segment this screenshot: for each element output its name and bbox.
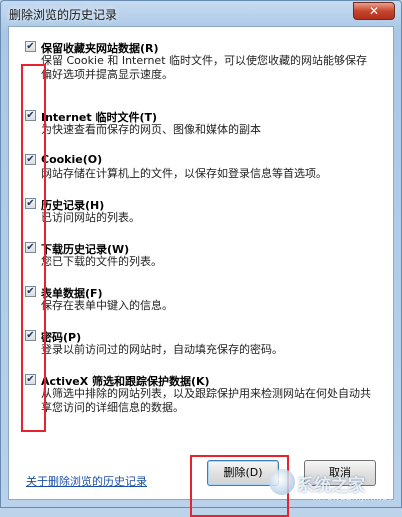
highlight-box-checkboxes bbox=[21, 64, 46, 432]
option-label: Cookie(O) bbox=[41, 153, 103, 166]
delete-history-dialog: 删除浏览的历史记录 ✕ ✔ 保留收藏夹网站数据(R) 保留 Cookie 和 I… bbox=[0, 0, 402, 517]
watermark-logo-icon bbox=[269, 469, 295, 495]
option-description: 为快速查看而保存的网页、图像和媒体的副本 bbox=[41, 123, 261, 136]
checkbox-preserve-favorites[interactable]: ✔ bbox=[25, 41, 36, 52]
option-description: 已访问网站的列表。 bbox=[41, 211, 140, 224]
option-description: 网站存储在计算机上的文件，以保存如登录信息等首选项。 bbox=[41, 167, 327, 180]
watermark-text: 系统之家 bbox=[297, 476, 365, 496]
option-description: 保存在表单中键入的信息。 bbox=[41, 299, 173, 312]
close-button[interactable]: ✕ bbox=[353, 2, 395, 20]
title-bar[interactable]: 删除浏览的历史记录 ✕ bbox=[1, 1, 401, 25]
window-title: 删除浏览的历史记录 bbox=[9, 8, 118, 22]
option-description: 从筛选中排除的网站列表，以及跟踪保护用来检测网站在何处自动共享您访问的详细信息的… bbox=[41, 387, 371, 414]
option-description: 保留 Cookie 和 Internet 临时文件，可以使您收藏的网站能够保存偏… bbox=[41, 54, 367, 81]
watermark-subtext: XITONGZHIJIA.NET bbox=[313, 494, 394, 502]
option-description: 您已下载的文件的列表。 bbox=[41, 255, 162, 268]
about-history-link[interactable]: 关于删除浏览的历史记录 bbox=[26, 473, 147, 489]
option-description: 登录以前访问过的网站时，自动填充保存的密码。 bbox=[41, 343, 283, 356]
dialog-content: ✔ 保留收藏夹网站数据(R) 保留 Cookie 和 Internet 临时文件… bbox=[8, 26, 394, 517]
